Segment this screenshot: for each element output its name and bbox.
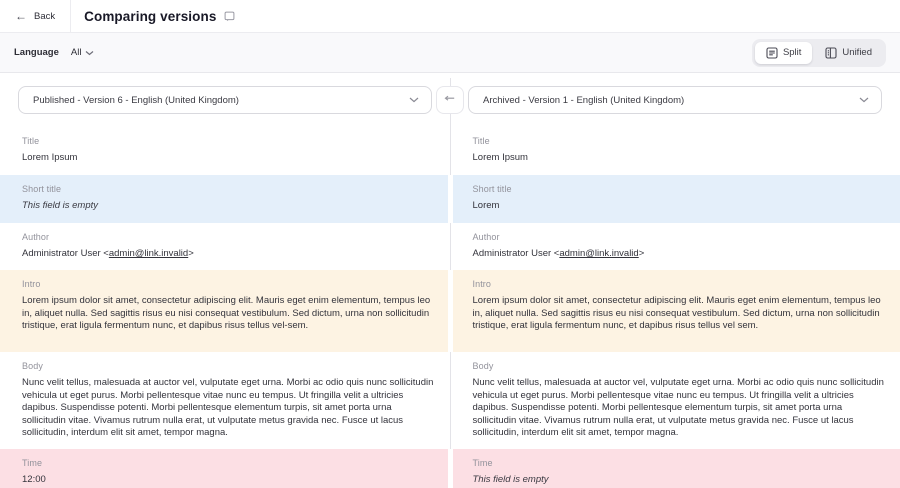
field-row-title: Title Lorem Ipsum Title Lorem Ipsum <box>0 127 900 175</box>
field-value: Administrator User <admin@link.invalid> <box>473 248 887 261</box>
field-cell-right: Title Lorem Ipsum <box>453 127 900 175</box>
field-label: Title <box>22 136 434 147</box>
field-label: Time <box>22 458 434 469</box>
language-dropdown[interactable]: All <box>71 47 95 58</box>
split-view-icon <box>766 47 778 59</box>
swap-versions-button[interactable] <box>436 86 464 114</box>
chevron-down-icon <box>859 97 869 103</box>
language-label: Language <box>14 47 59 58</box>
field-rows: Title Lorem Ipsum Title Lorem Ipsum Shor… <box>0 127 900 488</box>
field-cell-right: Short title Lorem <box>453 175 900 223</box>
author-prefix: Administrator User < <box>473 248 560 259</box>
field-value: Lorem <box>473 200 887 213</box>
author-email-link[interactable]: admin@link.invalid <box>109 248 188 259</box>
left-version-dropdown[interactable]: Published - Version 6 - English (United … <box>18 86 432 114</box>
field-cell-left: Title Lorem Ipsum <box>0 127 448 175</box>
field-label: Body <box>473 361 887 372</box>
back-arrow-icon: ← <box>15 10 27 22</box>
chevron-down-icon <box>85 50 94 56</box>
language-control: Language All <box>14 47 94 58</box>
right-version-value: Archived - Version 1 - English (United K… <box>483 95 684 106</box>
field-value-empty: This field is empty <box>22 200 434 213</box>
chevron-down-icon <box>409 97 419 103</box>
field-row-body: Body Nunc velit tellus, malesuada at auc… <box>0 352 900 449</box>
field-label: Time <box>473 458 887 469</box>
field-label: Short title <box>473 184 887 195</box>
field-label: Intro <box>22 279 434 290</box>
unified-view-label: Unified <box>842 47 872 58</box>
author-email-link[interactable]: admin@link.invalid <box>559 248 638 259</box>
field-row-author: Author Administrator User <admin@link.in… <box>0 223 900 270</box>
field-cell-left: Intro Lorem ipsum dolor sit amet, consec… <box>0 270 448 352</box>
field-label: Short title <box>22 184 434 195</box>
left-version-value: Published - Version 6 - English (United … <box>33 95 239 106</box>
field-row-time: Time 12:00 Time This field is empty <box>0 449 900 488</box>
field-value: Lorem ipsum dolor sit amet, consectetur … <box>473 295 887 333</box>
field-value: 12:00 <box>22 474 434 487</box>
field-cell-left: Short title This field is empty <box>0 175 448 223</box>
field-row-intro: Intro Lorem ipsum dolor sit amet, consec… <box>0 270 900 352</box>
field-value: Lorem Ipsum <box>473 152 887 165</box>
author-suffix: > <box>639 248 645 259</box>
field-label: Intro <box>473 279 887 290</box>
comparison-area: Published - Version 6 - English (United … <box>0 73 900 488</box>
compare-versions-page: ← Back Comparing versions Language All <box>0 0 900 488</box>
field-value: Administrator User <admin@link.invalid> <box>22 248 434 261</box>
language-value: All <box>71 47 82 58</box>
comment-icon[interactable] <box>224 11 235 22</box>
field-label: Author <box>22 232 434 243</box>
field-cell-left: Body Nunc velit tellus, malesuada at auc… <box>0 352 448 449</box>
field-cell-right: Body Nunc velit tellus, malesuada at auc… <box>453 352 900 449</box>
field-value: Lorem Ipsum <box>22 152 434 165</box>
field-row-short-title: Short title This field is empty Short ti… <box>0 175 900 223</box>
page-title: Comparing versions <box>71 9 216 24</box>
version-selector-row: Published - Version 6 - English (United … <box>0 73 900 127</box>
right-version-dropdown[interactable]: Archived - Version 1 - English (United K… <box>468 86 882 114</box>
unified-view-button[interactable]: Unified <box>814 42 883 64</box>
author-suffix: > <box>188 248 194 259</box>
field-label: Author <box>473 232 887 243</box>
field-label: Body <box>22 361 434 372</box>
field-cell-right: Time This field is empty <box>453 449 900 488</box>
top-bar: ← Back Comparing versions <box>0 0 900 33</box>
field-cell-right: Author Administrator User <admin@link.in… <box>453 223 900 270</box>
back-label: Back <box>34 11 55 22</box>
field-cell-right: Intro Lorem ipsum dolor sit amet, consec… <box>453 270 900 352</box>
field-value-empty: This field is empty <box>473 474 887 487</box>
toolbar: Language All Split <box>0 33 900 73</box>
split-view-button[interactable]: Split <box>755 42 812 64</box>
field-value: Nunc velit tellus, malesuada at auctor v… <box>22 377 434 440</box>
field-cell-left: Author Administrator User <admin@link.in… <box>0 223 448 270</box>
field-label: Title <box>473 136 887 147</box>
field-value: Lorem ipsum dolor sit amet, consectetur … <box>22 295 434 333</box>
field-cell-left: Time 12:00 <box>0 449 448 488</box>
author-prefix: Administrator User < <box>22 248 109 259</box>
unified-view-icon <box>825 47 837 59</box>
back-button[interactable]: ← Back <box>0 0 70 32</box>
field-value: Nunc velit tellus, malesuada at auctor v… <box>473 377 887 440</box>
split-view-label: Split <box>783 47 801 58</box>
view-mode-toggle: Split Unified <box>752 39 886 67</box>
